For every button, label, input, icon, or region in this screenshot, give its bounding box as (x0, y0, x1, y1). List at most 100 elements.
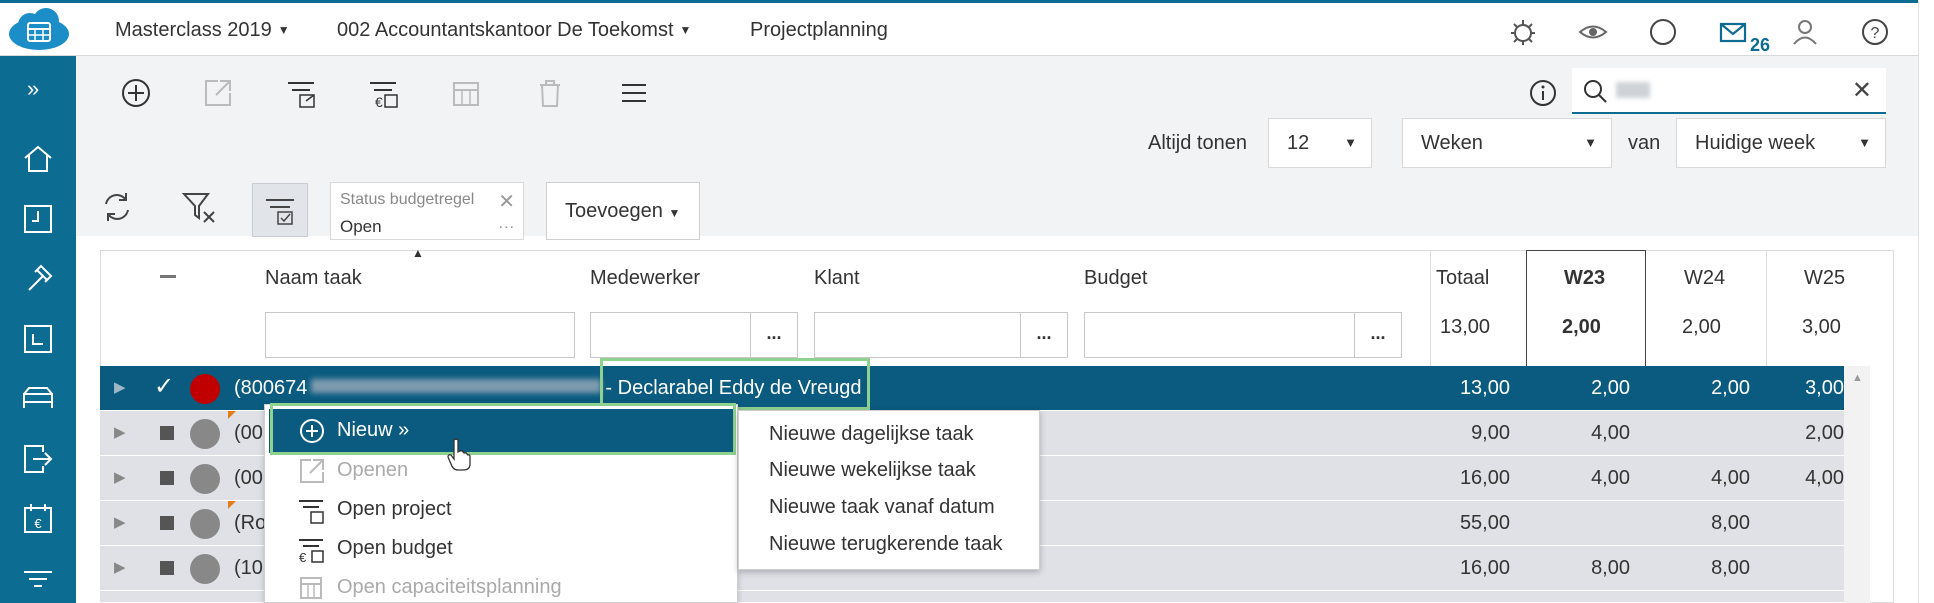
col-total-header[interactable]: Totaal (1436, 267, 1489, 290)
search-field[interactable]: ✕ (1572, 68, 1886, 114)
svg-text:€: € (375, 94, 383, 110)
col-budget-header[interactable]: Budget (1084, 267, 1147, 290)
row-select-checkbox[interactable] (160, 426, 174, 440)
menu-item-open-project[interactable]: Open project (265, 490, 739, 529)
budget-filter-more-button[interactable]: ... (1354, 312, 1402, 358)
expand-row-icon[interactable]: ▶ (114, 468, 126, 486)
submenu-item-weekly-task[interactable]: Nieuwe wekelijkse taak (769, 459, 976, 482)
status-filter-chip[interactable]: Status budgetregel Open ✕ ... (330, 182, 524, 240)
filter-toggle-button[interactable] (252, 183, 308, 237)
hammer-icon[interactable] (21, 262, 55, 296)
environment-dropdown[interactable]: Masterclass 2019 ▼ (115, 19, 290, 42)
from-select[interactable]: Huidige week ▼ (1676, 118, 1886, 168)
expand-row-icon[interactable]: ▶ (114, 378, 126, 396)
add-icon[interactable] (118, 75, 154, 111)
period-select[interactable]: Weken ▼ (1402, 118, 1612, 168)
cloud-logo-icon[interactable] (6, 5, 72, 55)
menu-item-open-budget[interactable]: € Open budget (265, 529, 739, 568)
mail-icon[interactable] (1718, 17, 1748, 47)
add-filter-button[interactable]: Toevoegen ▼ (546, 182, 700, 240)
expand-row-icon[interactable]: ▶ (114, 423, 126, 441)
clear-search-icon[interactable]: ✕ (1852, 76, 1872, 105)
row-select-checkbox[interactable] (160, 471, 174, 485)
expand-icon[interactable]: » (27, 76, 39, 102)
document-clock-icon[interactable] (21, 322, 55, 356)
status-dot (190, 419, 220, 449)
mail-count-badge: 26 (1750, 35, 1771, 55)
refresh-icon[interactable] (98, 188, 136, 226)
chip-more-icon[interactable]: ... (499, 215, 515, 233)
menu-item-open[interactable]: Openen (265, 451, 739, 490)
info-icon[interactable] (1528, 78, 1558, 108)
submenu-item-recurring-task[interactable]: Nieuwe terugkerende taak (769, 533, 1002, 556)
open-external-icon[interactable] (200, 75, 236, 111)
col-w23-header[interactable]: W23 (1564, 267, 1605, 290)
grid-scrollbar[interactable]: ▲ (1844, 366, 1870, 603)
status-dot (190, 374, 220, 404)
trash-icon[interactable] (532, 75, 568, 111)
w24-sum: 2,00 (1682, 316, 1721, 338)
task-name: (10 (234, 557, 263, 579)
name-filter-input[interactable] (265, 312, 575, 358)
from-label: van (1628, 132, 1661, 154)
open-external-icon (300, 459, 324, 483)
employee-filter-more-button[interactable]: ... (750, 312, 798, 358)
calendar-grid-icon[interactable] (448, 75, 484, 111)
export-icon[interactable] (21, 442, 55, 476)
remove-filter-icon[interactable]: ✕ (498, 189, 515, 214)
company-dropdown[interactable]: 002 Accountantskantoor De Toekomst ▼ (337, 19, 691, 42)
status-dot (190, 509, 220, 539)
menu-item-open-capacity[interactable]: Open capaciteitsplanning (265, 568, 739, 603)
client-filter-more-button[interactable]: ... (1020, 312, 1068, 358)
help-icon[interactable]: ? (1860, 17, 1890, 47)
page-scrollbar[interactable] (1918, 0, 1934, 603)
user-icon[interactable] (1790, 17, 1820, 47)
open-project-icon (299, 500, 324, 524)
new-submenu: Nieuwe dagelijkse taak Nieuwe wekelijkse… (738, 410, 1040, 570)
comment-indicator (228, 501, 236, 509)
status-dot (190, 464, 220, 494)
row-select-checkbox[interactable] (160, 516, 174, 530)
menu-icon[interactable] (616, 75, 652, 111)
col-w24-header[interactable]: W24 (1684, 267, 1725, 290)
task-name: (00 (234, 467, 263, 489)
circle-icon[interactable] (1648, 17, 1678, 47)
submenu-item-task-from-date[interactable]: Nieuwe taak vanaf datum (769, 496, 995, 519)
clock-icon[interactable] (21, 202, 55, 236)
col-client-header[interactable]: Klant (814, 267, 860, 290)
scroll-up-icon[interactable]: ▲ (1852, 372, 1863, 384)
col-name-header[interactable]: Naam taak (265, 267, 362, 290)
col-w25-header[interactable]: W25 (1804, 267, 1845, 290)
bug-icon[interactable] (1508, 17, 1538, 47)
clear-filter-icon[interactable] (180, 188, 218, 226)
calendar-grid-icon (300, 577, 322, 599)
col-employee-header[interactable]: Medewerker (590, 267, 700, 290)
home-icon[interactable] (21, 142, 55, 176)
submenu-item-daily-task[interactable]: Nieuwe dagelijkse taak (769, 423, 974, 446)
client-filter-input[interactable] (814, 312, 1022, 358)
open-budget-icon: € (299, 539, 324, 564)
bed-icon[interactable] (21, 382, 55, 416)
always-show-select[interactable]: 12 ▼ (1268, 118, 1372, 168)
row-select-checkbox[interactable] (160, 561, 174, 575)
open-budget-icon[interactable]: € (366, 75, 402, 111)
filter-lines-icon[interactable] (21, 562, 55, 596)
w25-sum: 3,00 (1802, 316, 1841, 338)
svg-text:?: ? (1871, 25, 1880, 42)
expand-row-icon[interactable]: ▶ (114, 558, 126, 576)
search-input[interactable] (1616, 82, 1650, 98)
sidebar: » € (0, 56, 76, 603)
budget-filter-input[interactable] (1084, 312, 1356, 358)
calendar-euro-icon[interactable]: € (21, 502, 55, 536)
employee-filter-input[interactable] (590, 312, 752, 358)
expand-row-icon[interactable]: ▶ (114, 513, 126, 531)
collapse-all-icon[interactable] (160, 275, 176, 278)
search-icon (1584, 80, 1607, 103)
filter-list-icon (266, 199, 294, 225)
eye-icon[interactable] (1578, 17, 1608, 47)
open-project-icon[interactable] (284, 75, 320, 111)
comment-indicator (228, 411, 236, 419)
chip-value: Open (340, 217, 382, 236)
sort-asc-icon: ▲ (412, 246, 424, 260)
checkmark-icon[interactable]: ✓ (154, 372, 174, 401)
